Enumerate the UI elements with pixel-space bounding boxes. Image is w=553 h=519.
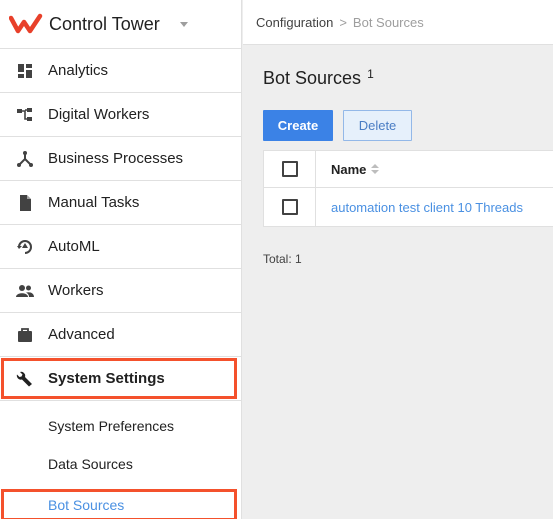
page-title: Bot Sources 1 — [263, 67, 374, 89]
sidebar-item-label: Workers — [48, 282, 104, 299]
control-tower-logo-icon — [9, 13, 43, 35]
app-switcher[interactable]: Control Tower — [0, 0, 241, 49]
sidebar-item-workers[interactable]: Workers — [0, 269, 241, 313]
sidebar-subitem-data-sources[interactable]: Data Sources — [0, 445, 241, 483]
wrench-icon — [16, 370, 34, 388]
process-icon — [16, 150, 34, 168]
breadcrumb-parent[interactable]: Configuration — [256, 15, 333, 30]
automl-icon — [16, 238, 34, 256]
sort-icon[interactable] — [371, 164, 380, 174]
sidebar-item-digital-workers[interactable]: Digital Workers — [0, 93, 241, 137]
sidebar-item-label: AutoML — [48, 238, 100, 255]
briefcase-icon — [16, 326, 34, 344]
sidebar-item-label: System Settings — [48, 370, 165, 387]
dashboard-icon — [16, 62, 34, 80]
sidebar-subitem-label: Data Sources — [48, 456, 133, 472]
sidebar-item-business-processes[interactable]: Business Processes — [0, 137, 241, 181]
sidebar-subitem-label: Bot Sources — [48, 497, 125, 513]
sidebar-item-label: Manual Tasks — [48, 194, 140, 211]
people-icon — [16, 282, 34, 300]
bot-source-link[interactable]: automation test client 10 Threads — [331, 200, 523, 215]
page-title-text: Bot Sources — [263, 68, 362, 88]
table-row: automation test client 10 Threads — [264, 188, 553, 226]
name-column-header[interactable]: Name — [316, 151, 553, 187]
sidebar: Control Tower Analytics Digital Workers … — [0, 0, 242, 519]
sidebar-subitem-label: System Preferences — [48, 418, 175, 434]
sidebar-item-label: Analytics — [48, 62, 109, 79]
bot-sources-table: Name automation test client 10 Threads — [263, 150, 553, 227]
sidebar-subitem-system-preferences[interactable]: System Preferences — [0, 407, 241, 445]
table-header-row: Name — [264, 151, 553, 188]
sidebar-item-automl[interactable]: AutoML — [0, 225, 241, 269]
app-title: Control Tower — [49, 13, 160, 34]
page-count: 1 — [367, 67, 374, 81]
delete-button[interactable]: Delete — [343, 110, 412, 141]
sidebar-item-analytics[interactable]: Analytics — [0, 49, 241, 93]
main-content: Configuration > Bot Sources Bot Sources 1… — [243, 0, 553, 519]
document-icon — [16, 194, 34, 212]
create-button[interactable]: Create — [263, 110, 333, 141]
total-count: Total: 1 — [263, 252, 302, 266]
row-select-cell — [264, 188, 316, 226]
sidebar-subitem-bot-sources[interactable]: Bot Sources — [0, 483, 241, 519]
sidebar-item-label: Business Processes — [48, 150, 184, 167]
breadcrumb-separator: > — [339, 14, 347, 30]
select-all-checkbox[interactable] — [281, 161, 298, 177]
row-checkbox[interactable] — [281, 199, 298, 215]
sidebar-item-advanced[interactable]: Advanced — [0, 313, 241, 357]
breadcrumb-current: Bot Sources — [352, 14, 424, 30]
sidebar-item-manual-tasks[interactable]: Manual Tasks — [0, 181, 241, 225]
breadcrumb: Configuration > Bot Sources — [243, 0, 553, 45]
chevron-down-icon[interactable] — [179, 21, 188, 27]
hierarchy-icon — [16, 106, 34, 124]
column-header-label: Name — [331, 161, 367, 177]
sidebar-item-label: Digital Workers — [48, 106, 150, 123]
sidebar-item-system-settings[interactable]: System Settings — [0, 357, 241, 401]
select-all-cell — [264, 151, 316, 187]
sidebar-item-label: Advanced — [48, 326, 115, 343]
row-name-cell: automation test client 10 Threads — [316, 188, 553, 226]
